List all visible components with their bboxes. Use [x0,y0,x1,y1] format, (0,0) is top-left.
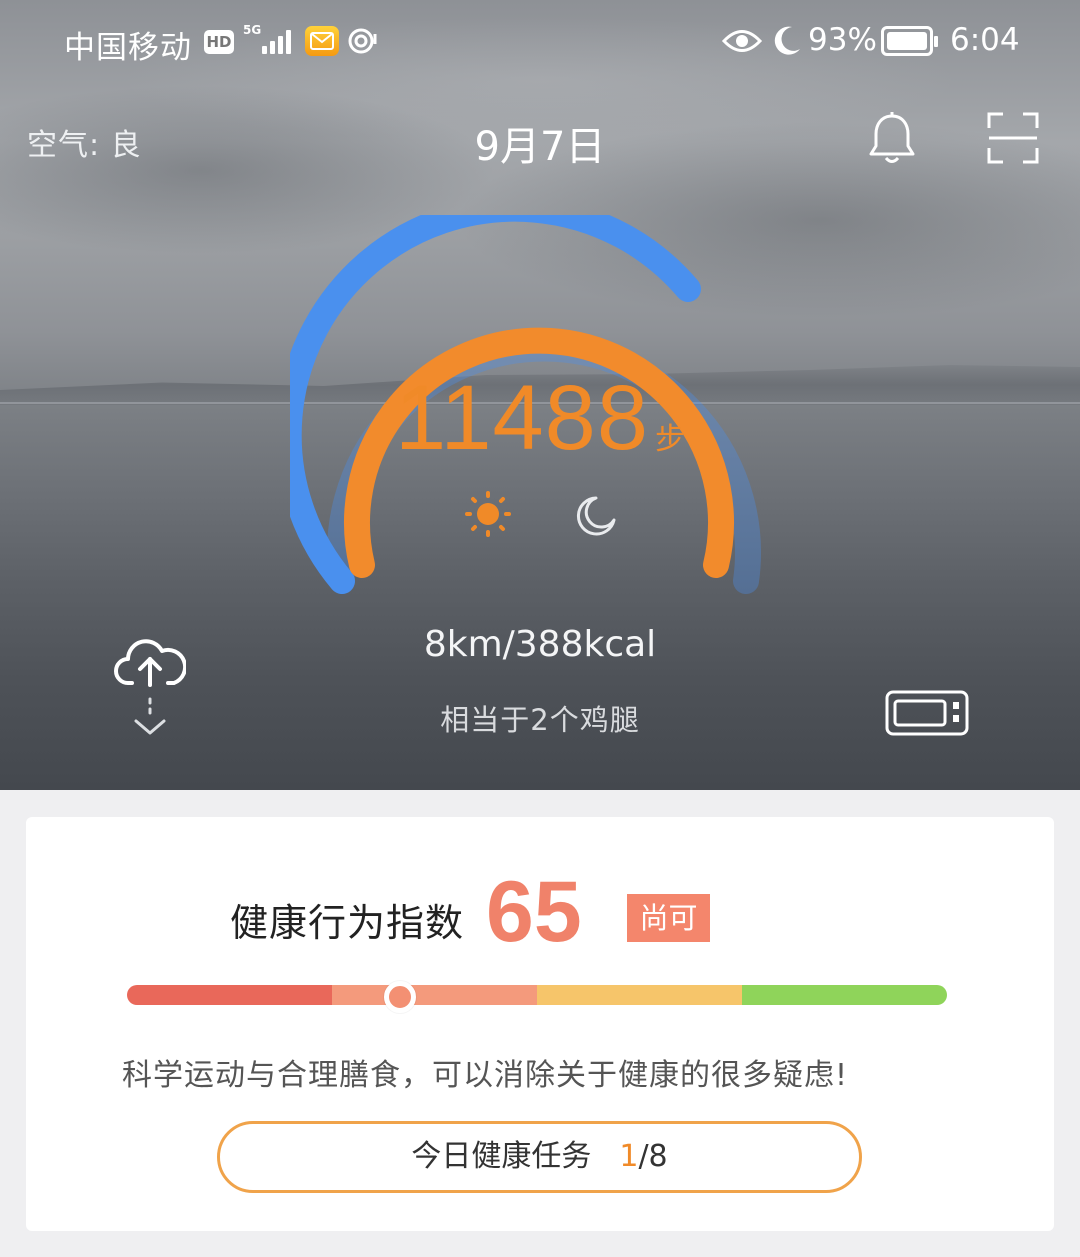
task-total-count: /8 [638,1139,668,1174]
network-type: 5G [243,23,262,37]
health-index-score: 65 [486,864,582,960]
bar-segment-fair [332,985,537,1005]
eye-icon [721,28,763,58]
nfc-icon [346,26,380,60]
scan-icon[interactable] [985,110,1041,170]
task-label: 今日健康任务 [411,1139,592,1174]
signal-icon [262,26,291,54]
moon-icon [772,25,802,61]
bar-segment-poor [127,985,332,1005]
device-icon[interactable] [885,690,969,740]
daily-task-button[interactable]: 今日健康任务 1/8 [217,1121,862,1193]
step-number: 11488 [394,367,649,469]
rating-badge: 尚可 [627,894,710,942]
bar-segment-excellent [742,985,947,1005]
battery-percent: 93% [808,22,877,58]
carrier-name: 中国移动 [64,30,192,66]
health-index-bar [127,985,947,1005]
cloud-upload-icon[interactable] [114,637,188,745]
health-index-marker [384,981,416,1013]
step-unit: 步 [655,422,685,457]
moon-icon[interactable] [574,494,618,542]
task-done-count: 1 [619,1139,639,1174]
bar-segment-good [537,985,742,1005]
mail-icon [305,26,339,56]
clock: 6:04 [950,22,1020,58]
battery-icon [881,26,938,56]
hd-badge: HD [204,30,234,54]
step-count: 11488 步 [0,366,1080,471]
status-bar: 中国移动 HD 5G 93% 6:04 [0,0,1080,84]
health-index-card: 健康行为指数 65 尚可 科学运动与合理膳食，可以消除关于健康的很多疑虑! 今日… [26,817,1054,1231]
sun-icon[interactable] [464,490,512,542]
health-index-label: 健康行为指数 [230,901,465,945]
bell-icon[interactable] [866,110,918,170]
health-tip: 科学运动与合理膳食，可以消除关于健康的很多疑虑! [122,1058,849,1093]
date-title: 9月7日 [474,124,606,170]
